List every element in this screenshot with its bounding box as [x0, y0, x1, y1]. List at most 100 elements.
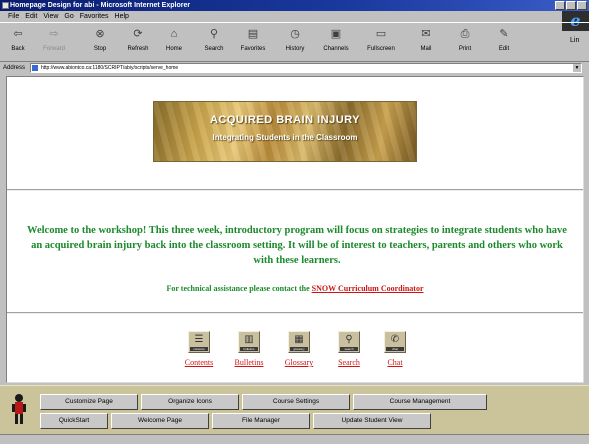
- bulletins-link[interactable]: Bulletins: [227, 358, 271, 367]
- menu-edit[interactable]: Edit: [25, 11, 37, 22]
- edit-label: Edit: [498, 46, 510, 52]
- favorites-icon: ▤: [247, 28, 259, 40]
- address-input[interactable]: http://www.abiontco.ca:1180/SCRIPT/abiy/…: [30, 63, 582, 73]
- mail-label: Mail: [420, 46, 432, 52]
- menu-view[interactable]: View: [43, 11, 58, 22]
- close-button[interactable]: [577, 1, 587, 10]
- welcome-page-button[interactable]: Welcome Page: [111, 413, 209, 429]
- back-button[interactable]: ⇦ Back: [4, 26, 32, 58]
- bulletins-caption: bulletins: [240, 347, 258, 351]
- course-management-button[interactable]: Course Management: [353, 394, 487, 410]
- edit-icon: ✎: [499, 28, 509, 40]
- nav-contents[interactable]: ☰ contents Contents: [177, 331, 221, 367]
- maximize-button[interactable]: [566, 1, 576, 10]
- menu-go[interactable]: Go: [64, 11, 73, 22]
- menu-bar: File Edit View Go Favorites Help: [0, 11, 560, 22]
- contents-link[interactable]: Contents: [177, 358, 221, 367]
- menu-help[interactable]: Help: [115, 11, 129, 22]
- browser-window: Homepage Design for abi - Microsoft Inte…: [0, 0, 589, 444]
- mail-icon: ✉: [421, 28, 431, 40]
- forward-arrow-icon: ⇨: [49, 28, 59, 40]
- print-label: Print: [458, 46, 472, 52]
- divider: [7, 312, 583, 314]
- search-link[interactable]: Search: [327, 358, 371, 367]
- nav-glossary[interactable]: ▦ glossary Glossary: [277, 331, 321, 367]
- stop-label: Stop: [93, 46, 107, 52]
- search-caption: search: [340, 347, 358, 351]
- channels-label: Channels: [323, 46, 349, 52]
- home-icon: ⌂: [170, 28, 178, 40]
- refresh-label: Refresh: [127, 46, 149, 52]
- glossary-glyph: ▦: [294, 334, 304, 345]
- mail-button[interactable]: ✉ Mail: [412, 26, 440, 58]
- file-manager-button[interactable]: File Manager: [212, 413, 310, 429]
- contents-icon[interactable]: ☰ contents: [188, 331, 210, 353]
- glossary-icon[interactable]: ▦ glossary: [288, 331, 310, 353]
- favorites-label: Favorites: [240, 46, 266, 52]
- edit-button[interactable]: ✎ Edit: [490, 26, 518, 58]
- chat-link[interactable]: Chat: [373, 358, 417, 367]
- links-label[interactable]: Lin: [570, 37, 579, 44]
- search-glyph: ⚲: [345, 334, 353, 345]
- bulletins-icon[interactable]: ▥ bulletins: [238, 331, 260, 353]
- stop-button[interactable]: ⊗ Stop: [86, 26, 114, 58]
- technical-assistance: For technical assistance please contact …: [7, 284, 583, 294]
- favorites-button[interactable]: ▤ Favorites: [239, 26, 267, 58]
- history-button[interactable]: ◷ History: [281, 26, 309, 58]
- status-bar: [0, 434, 589, 444]
- forward-button[interactable]: ⇨ Forward: [40, 26, 68, 58]
- customize-page-button[interactable]: Customize Page: [40, 394, 138, 410]
- chat-icon[interactable]: ✆ chat: [384, 331, 406, 353]
- nav-bulletins[interactable]: ▥ bulletins Bulletins: [227, 331, 271, 367]
- nav-search[interactable]: ⚲ search Search: [327, 331, 371, 367]
- organize-icons-button[interactable]: Organize Icons: [141, 394, 239, 410]
- banner-texture: [154, 102, 416, 161]
- home-button[interactable]: ⌂ Home: [160, 26, 188, 58]
- back-arrow-icon: ⇦: [13, 28, 23, 40]
- print-icon: ⎙: [460, 28, 470, 40]
- search-button[interactable]: ⚲ Search: [200, 26, 228, 58]
- menu-favorites[interactable]: Favorites: [80, 11, 109, 22]
- minimize-button[interactable]: [555, 1, 565, 10]
- quickstart-button[interactable]: QuickStart: [40, 413, 108, 429]
- address-value: http://www.abiontco.ca:1180/SCRIPT/abiy/…: [41, 65, 179, 71]
- banner-subtitle: Integrating Students in the Classroom: [212, 133, 358, 142]
- browser-toolbar: ⇦ Back ⇨ Forward ⊗ Stop ⟳ Refresh ⌂ Home…: [0, 22, 589, 62]
- search-icon: ⚲: [209, 28, 219, 40]
- refresh-icon: ⟳: [133, 28, 143, 40]
- search-icon[interactable]: ⚲ search: [338, 331, 360, 353]
- menu-file[interactable]: File: [8, 11, 19, 22]
- contents-caption: contents: [190, 347, 208, 351]
- back-label: Back: [11, 46, 25, 52]
- print-button[interactable]: ⎙ Print: [451, 26, 479, 58]
- divider: [7, 189, 583, 191]
- history-label: History: [285, 46, 305, 52]
- coordinator-link[interactable]: SNOW Curriculum Coordinator: [312, 284, 424, 293]
- channels-button[interactable]: ▣ Channels: [322, 26, 350, 58]
- address-label: Address: [3, 65, 26, 71]
- course-settings-button[interactable]: Course Settings: [242, 394, 350, 410]
- fullscreen-label: Fullscreen: [367, 46, 395, 52]
- stop-icon: ⊗: [95, 28, 105, 40]
- fullscreen-icon: ▭: [375, 28, 387, 40]
- channels-icon: ▣: [330, 28, 342, 40]
- home-label: Home: [165, 46, 182, 52]
- ie-page-icon: [2, 2, 9, 9]
- page-content: ACQUIRED BRAIN INJURY Integrating Studen…: [6, 76, 584, 383]
- chevron-down-icon[interactable]: ▼: [573, 64, 581, 72]
- search-label: Search: [204, 46, 224, 52]
- welcome-text: Welcome to the workshop! This three week…: [27, 225, 567, 266]
- forward-label: Forward: [42, 46, 65, 52]
- update-student-view-button[interactable]: Update Student View: [313, 413, 431, 429]
- title-bar: Homepage Design for abi - Microsoft Inte…: [0, 0, 589, 11]
- glossary-link[interactable]: Glossary: [277, 358, 321, 367]
- assist-text: For technical assistance please contact …: [166, 284, 310, 293]
- address-bar: Address http://www.abiontco.ca:1180/SCRI…: [0, 62, 589, 74]
- refresh-button[interactable]: ⟳ Refresh: [124, 26, 152, 58]
- fullscreen-button[interactable]: ▭ Fullscreen: [367, 26, 395, 58]
- chat-glyph: ✆: [390, 334, 400, 345]
- nav-chat[interactable]: ✆ chat Chat: [373, 331, 417, 367]
- bulletins-glyph: ▥: [244, 334, 254, 345]
- contents-glyph: ☰: [194, 334, 204, 345]
- page-icon: [32, 65, 38, 71]
